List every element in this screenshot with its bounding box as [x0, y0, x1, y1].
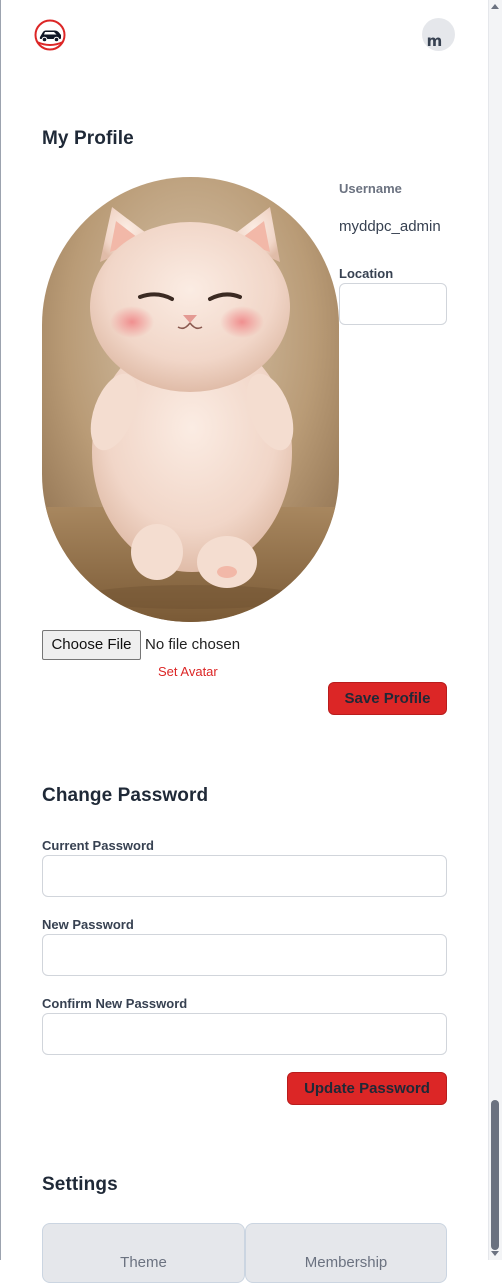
- change-password-title: Change Password: [42, 785, 209, 806]
- save-profile-button[interactable]: Save Profile: [328, 682, 447, 715]
- settings-card-theme-label: Theme: [120, 1254, 167, 1271]
- username-value: myddpc_admin: [339, 218, 441, 235]
- settings-title: Settings: [42, 1174, 118, 1195]
- user-initial: m: [426, 32, 443, 50]
- set-avatar-link[interactable]: Set Avatar: [158, 664, 218, 679]
- profile-avatar-image: [42, 177, 339, 622]
- scrollbar[interactable]: [488, 0, 502, 1260]
- window-border: [0, 0, 1, 1260]
- update-password-button[interactable]: Update Password: [287, 1072, 447, 1105]
- current-password-input[interactable]: [42, 855, 447, 897]
- location-label: Location: [339, 266, 394, 281]
- settings-card-membership-label: Membership: [304, 1254, 388, 1271]
- location-input[interactable]: [339, 283, 447, 325]
- confirm-password-label: Confirm New Password: [42, 996, 188, 1011]
- new-password-label: New Password: [42, 917, 134, 932]
- new-password-input[interactable]: [42, 934, 447, 976]
- choose-file-button[interactable]: Choose File: [42, 630, 141, 660]
- username-label: Username: [339, 181, 402, 196]
- file-status-text: No file chosen: [145, 636, 241, 653]
- scroll-up-icon[interactable]: [491, 4, 499, 9]
- scrollbar-thumb[interactable]: [491, 1100, 499, 1250]
- scroll-down-icon[interactable]: [491, 1251, 499, 1256]
- settings-card-membership[interactable]: Membership: [245, 1223, 447, 1283]
- user-avatar[interactable]: m: [422, 18, 455, 51]
- car-logo-icon[interactable]: [34, 19, 66, 51]
- settings-card-theme[interactable]: Theme: [42, 1223, 245, 1283]
- current-password-label: Current Password: [42, 838, 154, 853]
- confirm-password-input[interactable]: [42, 1013, 447, 1055]
- profile-title: My Profile: [42, 128, 134, 149]
